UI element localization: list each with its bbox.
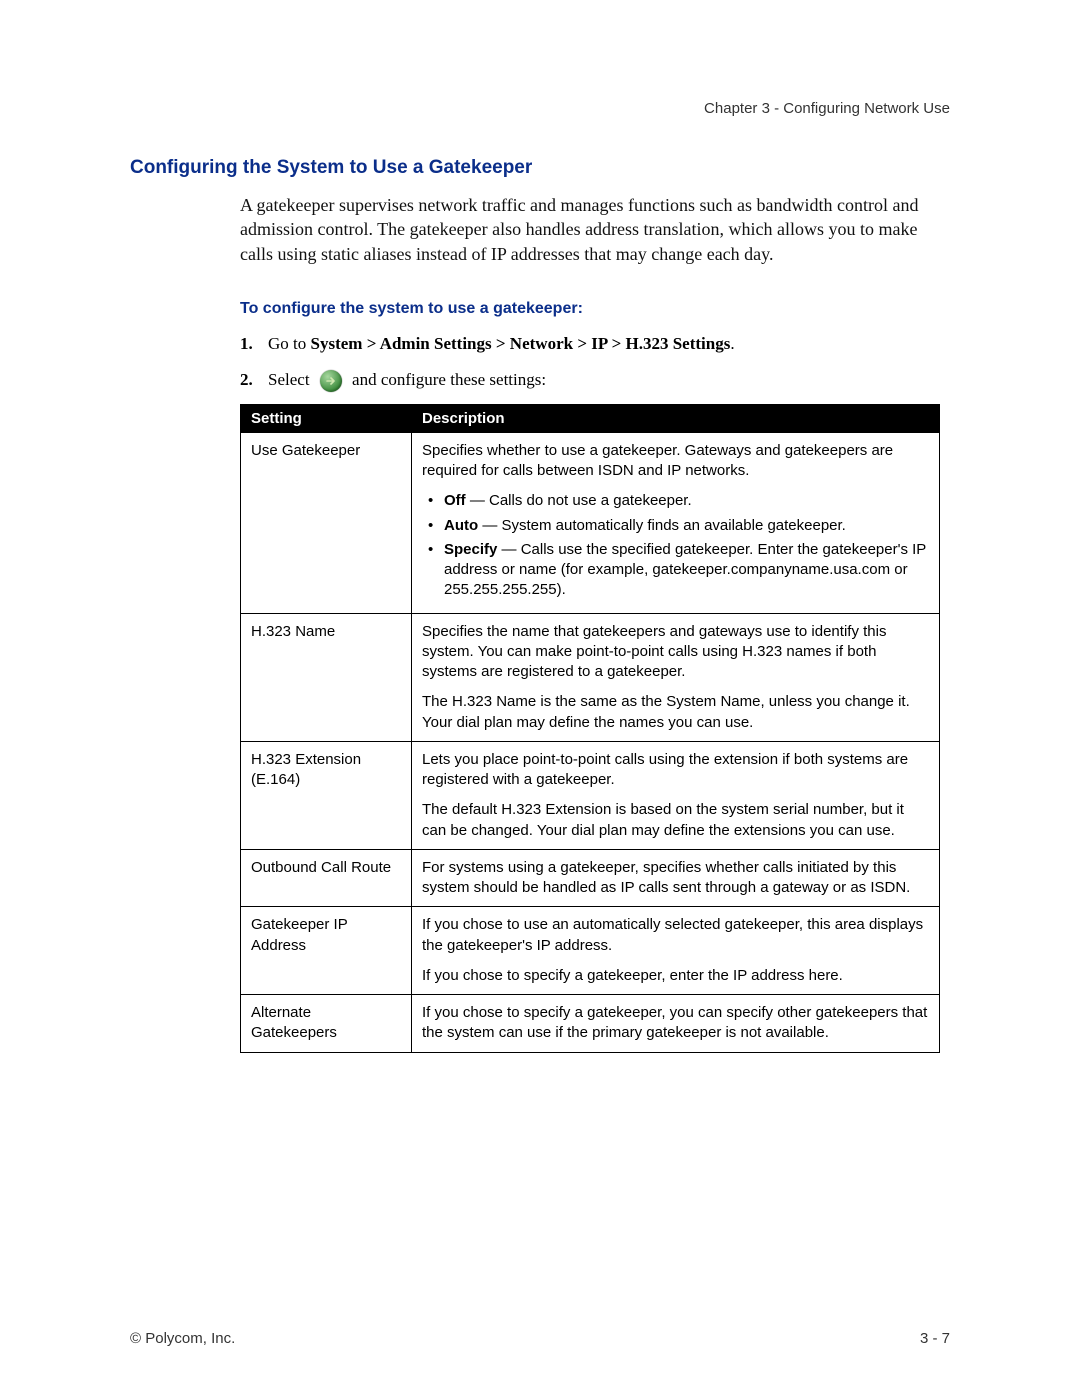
option-label: Off — [444, 492, 466, 509]
step-text: Go to System > Admin Settings > Network … — [268, 332, 735, 356]
option-label: Auto — [444, 517, 478, 534]
desc-text: If you chose to use an automatically sel… — [422, 915, 929, 956]
step-number: 1. — [240, 334, 268, 354]
step-2: 2. Select and configure these settings: — [240, 368, 950, 392]
option-label: Specify — [444, 541, 497, 558]
step-number: 2. — [240, 370, 268, 390]
desc-text: If you chose to specify a gatekeeper, en… — [422, 966, 929, 986]
table-header-row: Setting Description — [241, 404, 940, 432]
table-row: Gatekeeper IP Address If you chose to us… — [241, 907, 940, 995]
procedure-steps: 1. Go to System > Admin Settings > Netwo… — [240, 332, 950, 392]
page-footer: © Polycom, Inc. 3 - 7 — [130, 1330, 950, 1347]
table-row: Alternate Gatekeepers If you chose to sp… — [241, 995, 940, 1053]
desc-text: For systems using a gatekeeper, specifie… — [422, 858, 929, 899]
setting-name: Gatekeeper IP Address — [241, 907, 412, 995]
table-row: H.323 Name Specifies the name that gatek… — [241, 613, 940, 741]
desc-text: If you chose to specify a gatekeeper, yo… — [422, 1003, 929, 1044]
arrow-right-icon — [320, 370, 342, 392]
footer-right: 3 - 7 — [920, 1330, 950, 1347]
desc-text: Specifies whether to use a gatekeeper. G… — [422, 441, 929, 482]
intro-paragraph: A gatekeeper supervises network traffic … — [240, 193, 950, 266]
setting-name: H.323 Name — [241, 613, 412, 741]
option-list: Off — Calls do not use a gatekeeper. Aut… — [422, 491, 929, 600]
step1-suffix: . — [730, 334, 734, 353]
nav-path: System > Admin Settings > Network > IP >… — [311, 334, 731, 353]
section-title: Configuring the System to Use a Gatekeep… — [130, 157, 950, 179]
list-item: Specify — Calls use the specified gateke… — [444, 540, 929, 601]
settings-table: Setting Description Use Gatekeeper Speci… — [240, 404, 940, 1053]
setting-name: Use Gatekeeper — [241, 432, 412, 613]
footer-left: © Polycom, Inc. — [130, 1330, 235, 1347]
setting-name: Outbound Call Route — [241, 849, 412, 907]
table-row: Use Gatekeeper Specifies whether to use … — [241, 432, 940, 613]
step-text: Select and configure these settings: — [268, 368, 546, 392]
step1-prefix: Go to — [268, 334, 311, 353]
step-1: 1. Go to System > Admin Settings > Netwo… — [240, 332, 950, 356]
setting-description: Lets you place point-to-point calls usin… — [412, 741, 940, 849]
setting-description: Specifies whether to use a gatekeeper. G… — [412, 432, 940, 613]
col-description-header: Description — [412, 404, 940, 432]
step2-prefix: Select — [268, 370, 310, 389]
setting-description: If you chose to use an automatically sel… — [412, 907, 940, 995]
chapter-header: Chapter 3 - Configuring Network Use — [130, 100, 950, 117]
setting-description: For systems using a gatekeeper, specifie… — [412, 849, 940, 907]
col-setting-header: Setting — [241, 404, 412, 432]
setting-name: Alternate Gatekeepers — [241, 995, 412, 1053]
option-text: — System automatically finds an availabl… — [478, 517, 846, 534]
setting-description: Specifies the name that gatekeepers and … — [412, 613, 940, 741]
list-item: Off — Calls do not use a gatekeeper. — [444, 491, 929, 511]
desc-text: Specifies the name that gatekeepers and … — [422, 622, 929, 683]
table-row: H.323 Extension (E.164) Lets you place p… — [241, 741, 940, 849]
option-text: — Calls use the specified gatekeeper. En… — [444, 541, 926, 599]
setting-name: H.323 Extension (E.164) — [241, 741, 412, 849]
list-item: Auto — System automatically finds an ava… — [444, 516, 929, 536]
desc-text: Lets you place point-to-point calls usin… — [422, 750, 929, 791]
desc-text: The default H.323 Extension is based on … — [422, 800, 929, 841]
step2-suffix: and configure these settings: — [352, 370, 546, 389]
option-text: — Calls do not use a gatekeeper. — [466, 492, 692, 509]
desc-text: The H.323 Name is the same as the System… — [422, 692, 929, 733]
procedure-title: To configure the system to use a gatekee… — [240, 300, 950, 318]
setting-description: If you chose to specify a gatekeeper, yo… — [412, 995, 940, 1053]
table-row: Outbound Call Route For systems using a … — [241, 849, 940, 907]
page-container: Chapter 3 - Configuring Network Use Conf… — [0, 0, 1080, 1397]
